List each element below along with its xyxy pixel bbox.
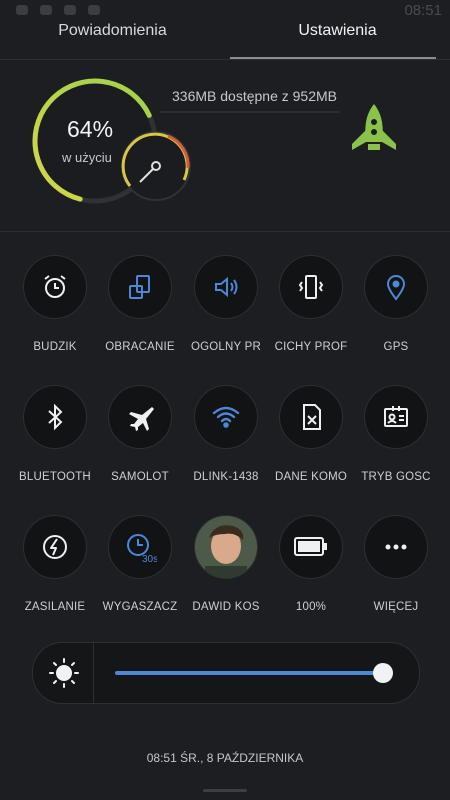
toggle-battery[interactable]: 100% [268, 515, 354, 613]
toggle-screen-timeout[interactable]: 30s WYGASZACZ [97, 515, 183, 613]
toggle-button[interactable] [194, 385, 258, 449]
toggle-button[interactable] [279, 385, 343, 449]
guest-badge-icon [381, 402, 411, 432]
toggle-label: 100% [295, 601, 327, 613]
toggle-label: BUDZIK [33, 341, 77, 353]
toggle-button[interactable] [108, 385, 172, 449]
toggle-wifi[interactable]: DLINK-1438 [183, 385, 269, 483]
toggle-label: OGÓLNY PR [191, 341, 261, 353]
rocket-boost-icon[interactable] [346, 102, 402, 160]
bluetooth-icon [40, 402, 70, 432]
toggle-airplane[interactable]: SAMOLOT [97, 385, 183, 483]
toggle-user-avatar[interactable]: DAWID KOS [183, 515, 269, 613]
airplane-icon [125, 402, 155, 432]
wifi-icon [211, 402, 241, 432]
alarm-clock-icon [40, 272, 70, 302]
toggle-button[interactable] [194, 255, 258, 319]
toggle-label: TRYB GOŚC [361, 471, 431, 483]
brightness-separator [93, 643, 94, 703]
toggle-more-dots[interactable]: WIĘCEJ [353, 515, 439, 613]
toggle-label: DLINK-1438 [193, 471, 259, 483]
rotate-screen-icon [125, 272, 155, 302]
toggle-button[interactable] [364, 385, 428, 449]
toggle-label: BLUETOOTH [19, 471, 91, 483]
volume-icon [211, 272, 241, 302]
toggle-button[interactable] [23, 515, 87, 579]
screen-timeout-icon: 30s [123, 530, 157, 564]
brightness-slider[interactable] [32, 642, 420, 704]
toggle-button[interactable] [108, 255, 172, 319]
toggle-label: WYGASZACZ [102, 601, 178, 613]
svg-text:30s: 30s [142, 554, 157, 564]
brightness-track[interactable] [115, 671, 383, 675]
toggle-button[interactable] [364, 255, 428, 319]
power-saving-icon [40, 532, 70, 562]
toggle-button[interactable] [364, 515, 428, 579]
toggle-label: WIĘCEJ [373, 601, 419, 613]
vibrate-icon [296, 272, 326, 302]
toggle-sim-card[interactable]: DANE KOMO [268, 385, 354, 483]
toggle-power-saving[interactable]: ZASILANIE [12, 515, 98, 613]
toggle-button[interactable]: 30s [108, 515, 172, 579]
toggle-label: ZASILANIE [24, 601, 86, 613]
toggle-rotate-screen[interactable]: OBRACANIE [97, 255, 183, 353]
toggle-button[interactable] [23, 255, 87, 319]
memory-percent: 64% [67, 116, 114, 142]
battery-icon [294, 536, 328, 558]
memory-info: 336MB dostępne z 952MB [172, 88, 337, 104]
toggle-location-pin[interactable]: GPS [353, 255, 439, 353]
toggle-label: DAWID KOS [192, 601, 260, 613]
date-time: 08:51 ŚR., 8 PAŹDZIERNIKA [146, 751, 304, 765]
location-pin-icon [381, 272, 411, 302]
toggle-button[interactable] [23, 385, 87, 449]
memory-label: w użyciu [62, 150, 112, 165]
toggle-label: CICHY PROF [274, 341, 348, 353]
sun-icon [49, 658, 79, 688]
toggle-bluetooth[interactable]: BLUETOOTH [12, 385, 98, 483]
toggle-button[interactable] [194, 515, 258, 579]
toggle-vibrate[interactable]: CICHY PROF [268, 255, 354, 353]
section-divider [0, 231, 450, 232]
sim-card-icon [296, 402, 326, 432]
toggle-alarm-clock[interactable]: BUDZIK [12, 255, 98, 353]
toggle-guest-badge[interactable]: TRYB GOŚC [353, 385, 439, 483]
toggle-button[interactable] [279, 515, 343, 579]
toggle-label: GPS [383, 341, 409, 353]
toggle-label: DANE KOMO [274, 471, 348, 483]
toggle-button[interactable] [279, 255, 343, 319]
toggle-label: SAMOLOT [111, 471, 169, 483]
toggle-label: OBRACANIE [105, 341, 175, 353]
more-dots-icon [381, 532, 411, 562]
toggle-volume[interactable]: OGÓLNY PR [183, 255, 269, 353]
brightness-knob[interactable] [372, 663, 393, 683]
drag-handle[interactable] [203, 789, 247, 792]
user-avatar [195, 516, 257, 578]
